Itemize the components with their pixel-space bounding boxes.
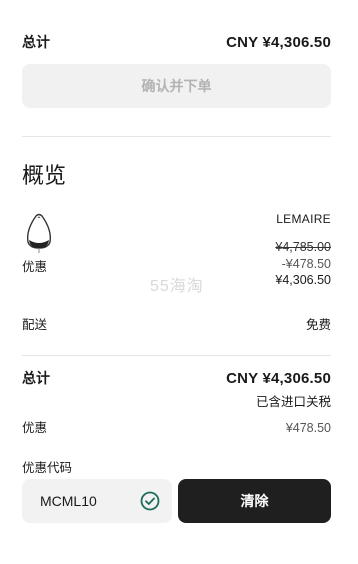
- divider: [22, 136, 331, 137]
- total-label: 总计: [22, 34, 50, 50]
- product-price-breakdown: ¥4,785.00 -¥478.50 ¥4,306.50: [275, 239, 331, 289]
- total-label: 总计: [22, 370, 50, 386]
- overview-title: 概览: [22, 163, 67, 188]
- discount-amount: -¥478.50: [281, 256, 331, 271]
- total-value: CNY ¥4,306.50: [226, 33, 331, 51]
- discount-row: 优惠 ¥478.50: [22, 417, 331, 436]
- discount-label: 优惠: [22, 421, 48, 435]
- promo-code-field[interactable]: MCML10: [22, 479, 172, 523]
- promo-code-label: 优惠代码: [22, 461, 73, 475]
- total-value: CNY ¥4,306.50: [226, 370, 331, 387]
- promo-code-value[interactable]: MCML10: [40, 493, 97, 509]
- bottom-total-block: 总计 CNY ¥4,306.50 已含进口关税: [22, 368, 331, 410]
- original-price: ¥4,785.00: [275, 240, 331, 254]
- tax-note: 已含进口关税: [255, 395, 331, 409]
- confirm-order-button[interactable]: 确认并下单: [22, 64, 331, 108]
- shipping-label: 配送: [22, 318, 48, 332]
- product-brand: LEMAIRE: [276, 212, 331, 226]
- clear-promo-button[interactable]: 清除: [178, 479, 331, 523]
- final-price: ¥4,306.50: [275, 273, 331, 287]
- product-thumbnail[interactable]: [22, 212, 56, 254]
- watermark: 55海淘: [150, 278, 204, 295]
- top-total-row: 总计 CNY ¥4,306.50: [22, 32, 331, 52]
- checkout-summary-panel: 总计 CNY ¥4,306.50 确认并下单 概览 LEMAIRE 优惠 ¥4,…: [0, 0, 358, 564]
- product-discount-label: 优惠: [22, 260, 48, 274]
- discount-value: ¥478.50: [285, 421, 331, 435]
- check-circle-icon: [140, 491, 160, 511]
- shipping-value: 免费: [305, 318, 331, 332]
- product-discount-row: 优惠: [22, 256, 47, 275]
- shipping-row: 配送 免费: [22, 314, 331, 333]
- divider: [22, 355, 331, 356]
